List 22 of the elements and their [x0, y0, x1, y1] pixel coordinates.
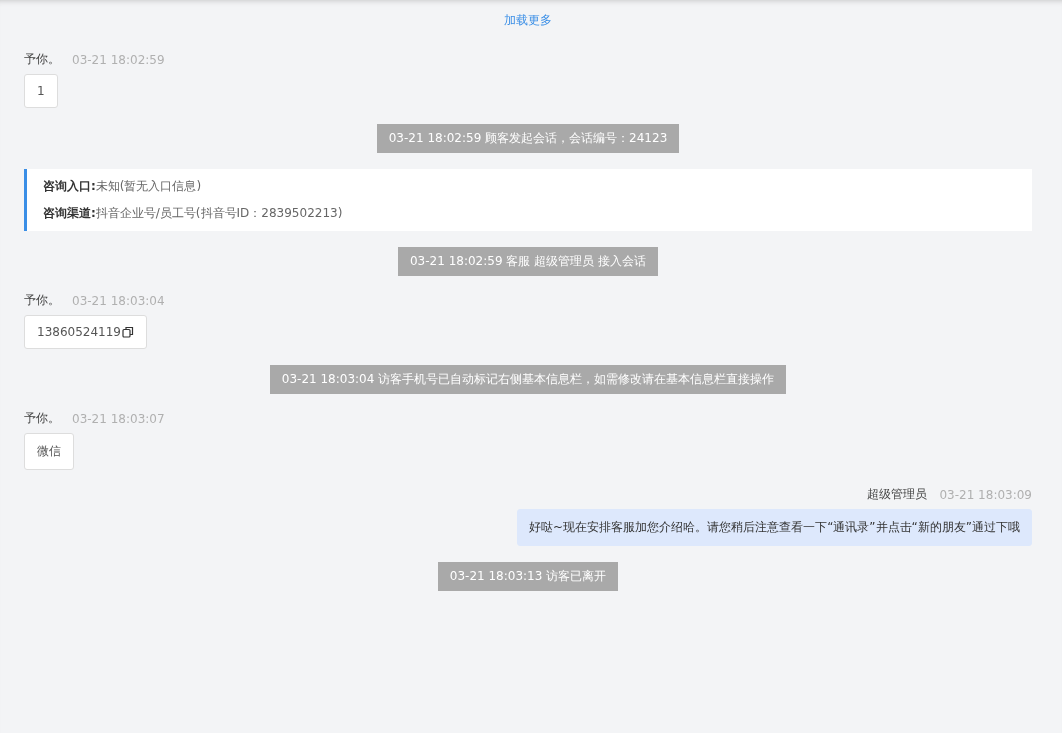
system-notice: 03-21 18:03:04 访客手机号已自动标记右侧基本信息栏，如需修改请在基本信息栏直接操作 [269, 365, 787, 394]
info-label: 咨询渠道: [43, 205, 96, 222]
sender-name: 予你。 [24, 51, 60, 68]
load-more-link[interactable]: 加载更多 [504, 10, 552, 31]
system-notice: 03-21 18:03:13 访客已离开 [437, 562, 619, 591]
message-time: 03-21 18:03:09 [939, 487, 1032, 502]
info-value: 未知(暂无入口信息) [95, 178, 202, 195]
copy-icon[interactable] [122, 326, 134, 338]
message-bubble: 1 [24, 74, 58, 108]
sender-name: 予你。 [24, 292, 60, 309]
info-label: 咨询入口: [43, 178, 96, 195]
sender-name: 超级管理员 [867, 486, 928, 503]
message-time: 03-21 18:02:59 [72, 52, 165, 67]
message-time: 03-21 18:03:04 [72, 293, 165, 308]
system-notice: 03-21 18:02:59 顾客发起会话，会话编号：24123 [376, 124, 680, 153]
message-time: 03-21 18:03:07 [72, 411, 165, 426]
system-notice: 03-21 18:02:59 客服 超级管理员 接入会话 [398, 247, 658, 276]
sender-name: 予你。 [24, 410, 60, 427]
message-bubble: 微信 [24, 433, 74, 470]
info-value: 抖音企业号/员工号(抖音号ID：2839502213) [95, 205, 343, 222]
message-bubble: 13860524119 [24, 315, 147, 349]
message-bubble: 好哒~现在安排客服加您介绍哈。请您稍后注意查看一下“通讯录”并点击“新的朋友”通过下哦 [517, 509, 1032, 546]
